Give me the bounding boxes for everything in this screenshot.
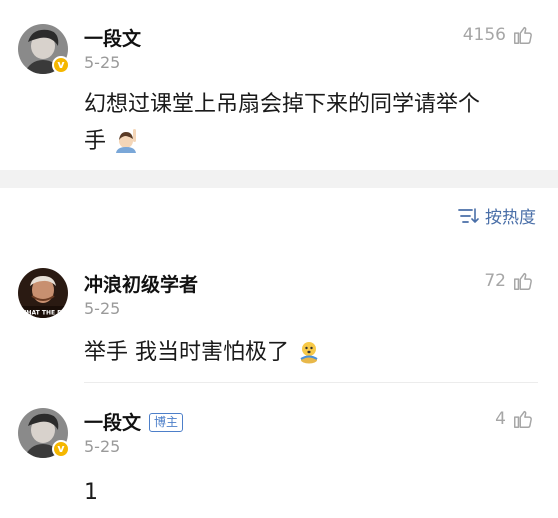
raising-hand-emoji-icon — [116, 129, 137, 153]
comment-like-button[interactable]: 72 — [484, 270, 534, 292]
avatar-caption: WHAT THE FU — [20, 310, 66, 317]
comment-date: 5-25 — [84, 437, 121, 456]
post-content-line: 幻想过课堂上吊扇会掉下来的同学请举个 — [84, 92, 481, 117]
section-separator — [0, 170, 558, 188]
sort-label: 按热度 — [485, 208, 536, 228]
comment-content: 1 — [84, 480, 98, 505]
post-content: 幻想过课堂上吊扇会掉下来的同学请举个 手 — [84, 86, 544, 160]
comment-author-name[interactable]: 一段文 博主 — [84, 408, 184, 435]
blogger-badge: 博主 — [149, 413, 184, 432]
comment-author-label: 一段文 — [84, 412, 142, 434]
scared-emoji-icon — [300, 342, 318, 364]
comment-content: 举手 我当时害怕极了 — [84, 334, 322, 371]
post-like-count: 4156 — [462, 25, 506, 45]
post-date: 5-25 — [84, 53, 121, 72]
comment-author-name[interactable]: 冲浪初级学者 — [84, 270, 198, 297]
verified-badge-icon: v — [52, 56, 70, 74]
post-content-line-2: 手 — [84, 123, 544, 160]
sort-by-hot-button[interactable]: 按热度 — [457, 203, 536, 228]
post-like-button[interactable]: 4156 — [463, 24, 534, 46]
comment-divider — [84, 382, 538, 383]
thumbs-up-icon — [514, 26, 532, 44]
comment-like-count: 72 — [484, 271, 506, 291]
thumbs-up-icon — [514, 272, 532, 290]
thumbs-up-icon — [514, 410, 532, 428]
verified-badge-icon: v — [52, 440, 70, 458]
comment-avatar[interactable]: WHAT THE FU — [18, 268, 68, 318]
comment-like-count: 4 — [495, 409, 506, 429]
comment-date: 5-25 — [84, 299, 121, 318]
post-author-name[interactable]: 一段文 — [84, 24, 141, 51]
sort-icon — [458, 207, 479, 223]
comment-like-button[interactable]: 4 — [495, 408, 534, 430]
